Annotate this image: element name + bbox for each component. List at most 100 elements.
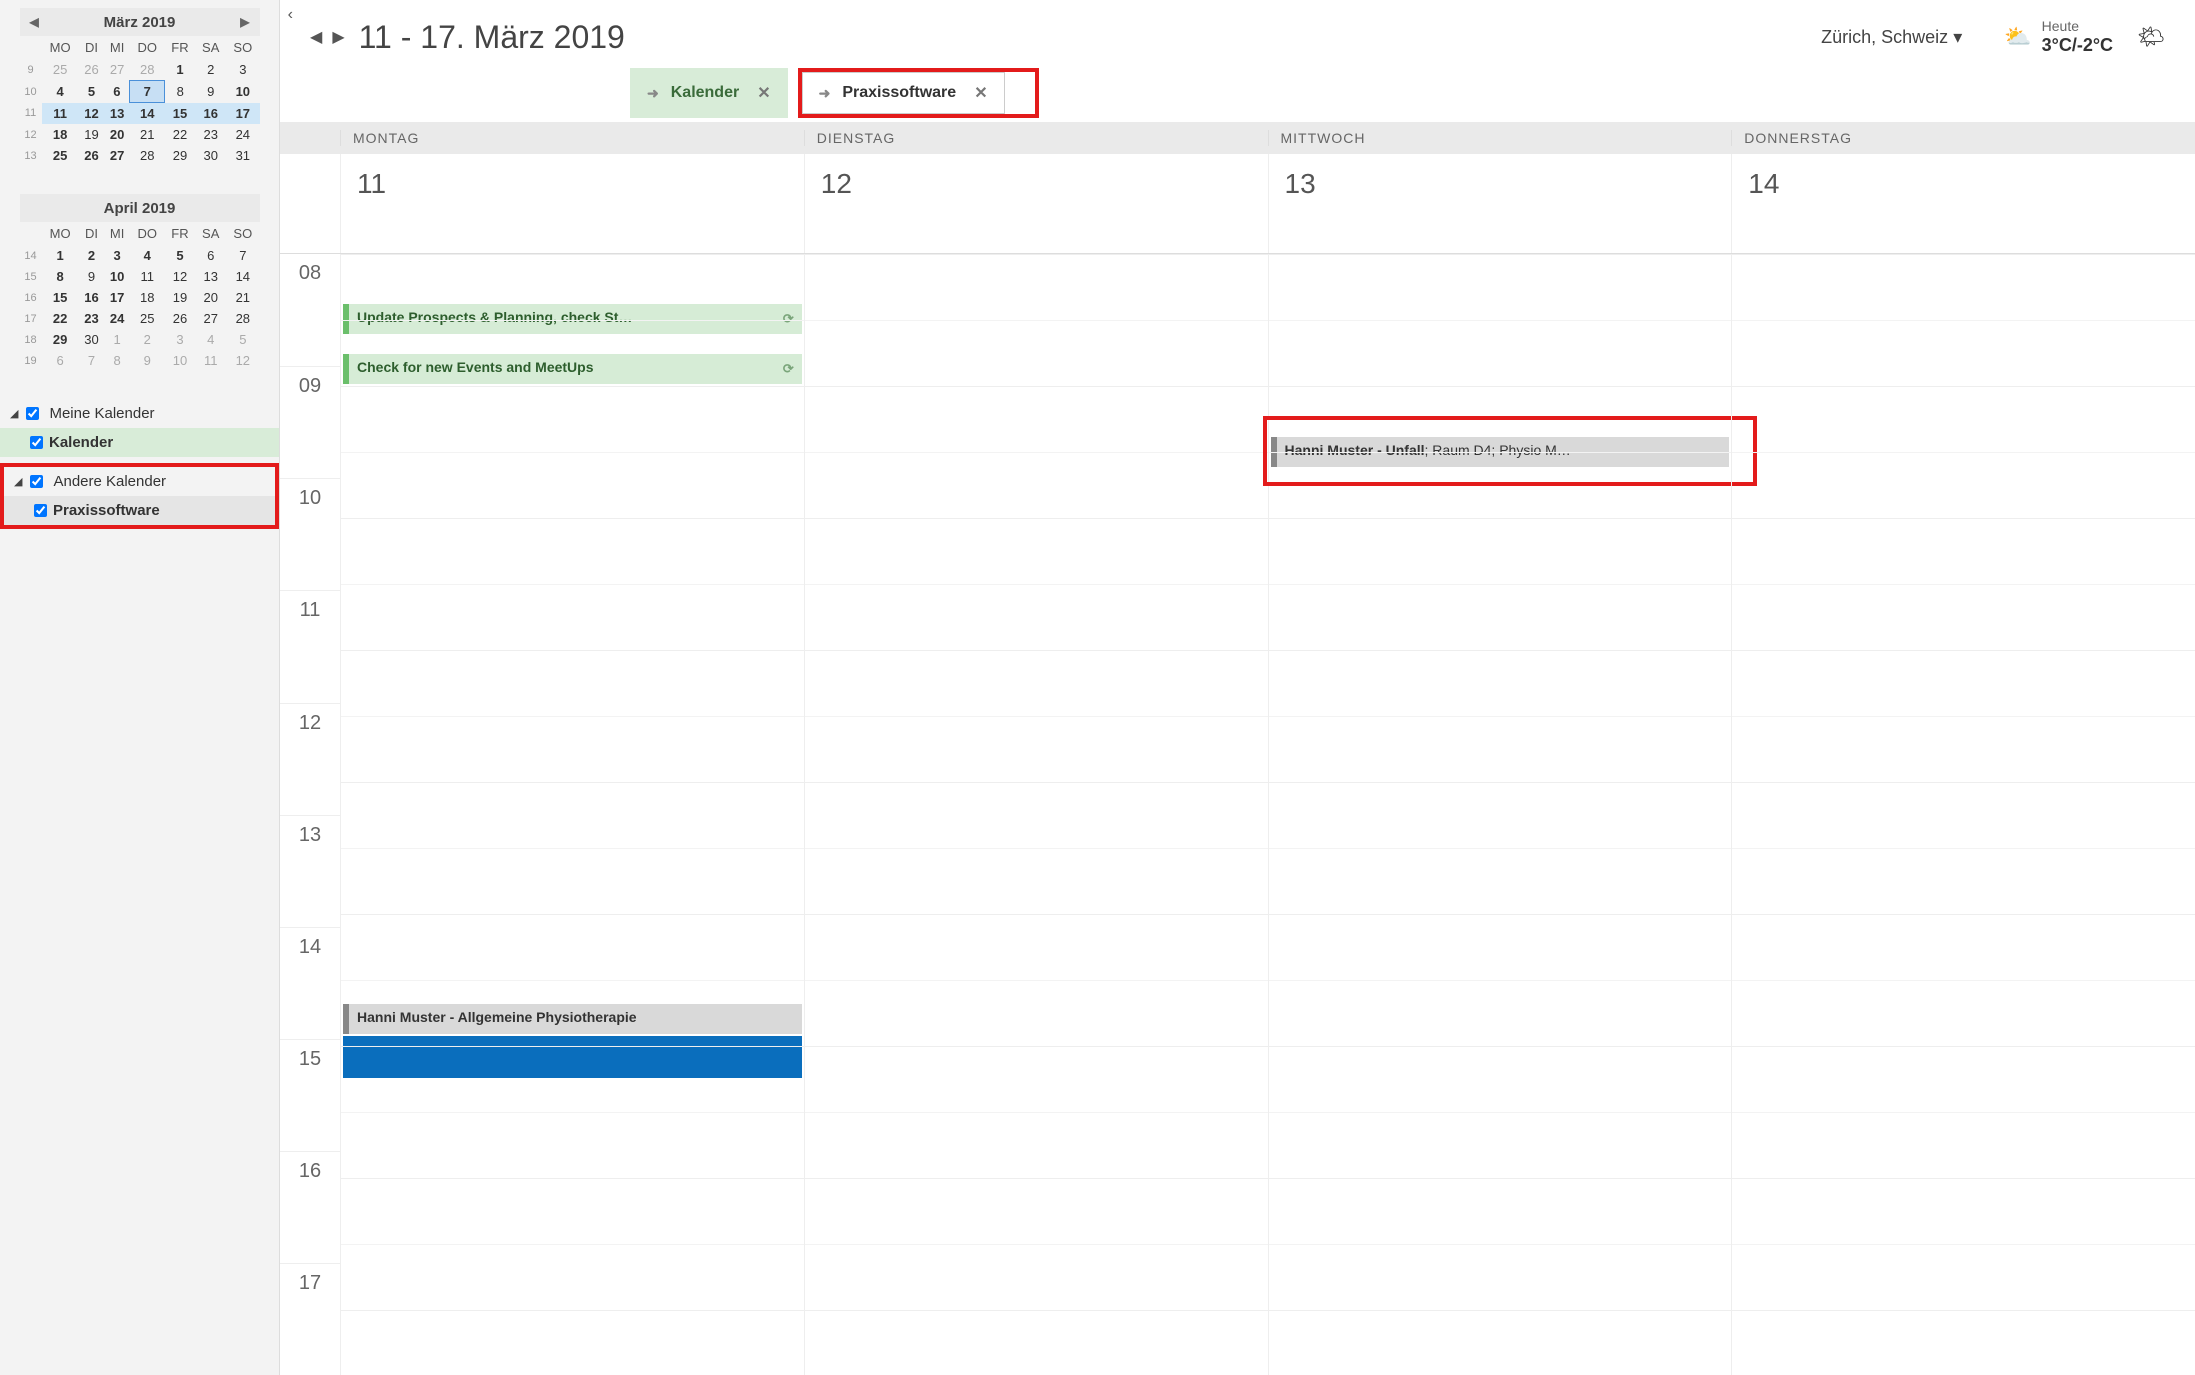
day-header-tue[interactable]: DIENSTAG xyxy=(804,130,1268,146)
mini-cal-day[interactable]: 10 xyxy=(165,350,196,371)
mini-cal-day[interactable]: 22 xyxy=(42,308,79,329)
day-number[interactable]: 11 xyxy=(340,154,804,253)
mini-cal-day[interactable]: 20 xyxy=(195,287,226,308)
mini-cal-day[interactable]: 9 xyxy=(130,350,165,371)
mini-cal-day[interactable]: 12 xyxy=(165,266,196,287)
group-other-calendars[interactable]: ◢ Andere Kalender xyxy=(4,467,275,496)
collapse-sidebar-icon[interactable]: ‹ xyxy=(288,6,293,24)
event-update-prospects[interactable]: Update Prospects & Planning, check St… ⟳ xyxy=(343,304,802,334)
mini-cal-day[interactable]: 11 xyxy=(42,103,79,125)
prev-month-icon[interactable]: ◀ xyxy=(24,11,45,33)
mini-cal-day[interactable]: 20 xyxy=(104,124,130,145)
mini-cal-day[interactable]: 6 xyxy=(42,350,79,371)
mini-cal-day[interactable]: 21 xyxy=(130,124,165,145)
day-col-wed[interactable]: Hanni Muster - Unfall; Raum D4; Physio M… xyxy=(1268,254,1732,1375)
day-header-thu[interactable]: DONNERSTAG xyxy=(1731,130,2195,146)
day-number[interactable]: 13 xyxy=(1268,154,1732,253)
mini-cal-day[interactable]: 2 xyxy=(195,59,226,81)
mini-cal-day[interactable]: 31 xyxy=(226,145,259,166)
mini-cal-day[interactable]: 5 xyxy=(79,81,105,103)
mini-cal-day[interactable]: 26 xyxy=(165,308,196,329)
close-tab-icon[interactable]: ✕ xyxy=(974,83,987,103)
mini-cal-day[interactable]: 28 xyxy=(226,308,259,329)
mini-cal-day[interactable]: 25 xyxy=(42,145,79,166)
mini-cal-day[interactable]: 11 xyxy=(130,266,165,287)
mini-cal-day[interactable]: 3 xyxy=(165,329,196,350)
mini-cal-day[interactable]: 15 xyxy=(42,287,79,308)
mini-cal-day[interactable]: 9 xyxy=(195,81,226,103)
mini-cal-day[interactable]: 16 xyxy=(195,103,226,125)
close-tab-icon[interactable]: ✕ xyxy=(757,83,770,103)
mini-cal-day[interactable]: 27 xyxy=(104,59,130,81)
mini-cal-day[interactable]: 4 xyxy=(195,329,226,350)
checkbox-my-calendars[interactable] xyxy=(26,407,39,420)
mini-cal-day[interactable]: 18 xyxy=(130,287,165,308)
mini-cal-day[interactable]: 28 xyxy=(130,145,165,166)
mini-cal-day[interactable]: 23 xyxy=(195,124,226,145)
day-col-tue[interactable] xyxy=(804,254,1268,1375)
mini-cal-day[interactable]: 14 xyxy=(130,103,165,125)
mini-cal-day[interactable]: 12 xyxy=(79,103,105,125)
mini-cal-day[interactable]: 5 xyxy=(226,329,259,350)
mini-cal-day[interactable]: 26 xyxy=(79,59,105,81)
mini-cal-day[interactable]: 4 xyxy=(130,245,165,266)
mini-cal-day[interactable]: 22 xyxy=(165,124,196,145)
mini-cal-day[interactable]: 29 xyxy=(42,329,79,350)
mini-cal-day[interactable]: 7 xyxy=(79,350,105,371)
mini-cal-day[interactable]: 10 xyxy=(226,81,259,103)
checkbox-kalender[interactable] xyxy=(30,436,43,449)
mini-cal-day[interactable]: 14 xyxy=(226,266,259,287)
mini-cal-day[interactable]: 8 xyxy=(42,266,79,287)
day-number[interactable]: 14 xyxy=(1731,154,2195,253)
mini-cal-day[interactable]: 15 xyxy=(165,103,196,125)
mini-cal-day[interactable]: 21 xyxy=(226,287,259,308)
checkbox-other-calendars[interactable] xyxy=(30,475,43,488)
mini-cal-day[interactable]: 1 xyxy=(42,245,79,266)
mini-cal-day[interactable]: 2 xyxy=(79,245,105,266)
calendar-item-praxissoftware[interactable]: Praxissoftware xyxy=(4,496,275,525)
mini-cal-day[interactable]: 12 xyxy=(226,350,259,371)
mini-cal-day[interactable]: 1 xyxy=(165,59,196,81)
event-blue-block[interactable] xyxy=(343,1036,802,1078)
event-check-events[interactable]: Check for new Events and MeetUps ⟳ xyxy=(343,354,802,384)
mini-cal-day[interactable]: 19 xyxy=(165,287,196,308)
event-hanni-physio[interactable]: Hanni Muster - Allgemeine Physiotherapie xyxy=(343,1004,802,1034)
mini-cal-day[interactable]: 5 xyxy=(165,245,196,266)
mini-cal-day[interactable]: 3 xyxy=(104,245,130,266)
mini-cal-day[interactable]: 3 xyxy=(226,59,259,81)
prev-week-icon[interactable]: ◀ xyxy=(310,27,322,47)
location-dropdown[interactable]: Zürich, Schweiz ▾ xyxy=(1821,27,1962,48)
day-col-mon[interactable]: Update Prospects & Planning, check St… ⟳… xyxy=(340,254,804,1375)
mini-cal-day[interactable]: 7 xyxy=(130,81,165,103)
mini-cal-day[interactable]: 23 xyxy=(79,308,105,329)
mini-cal-day[interactable]: 26 xyxy=(79,145,105,166)
mini-cal-day[interactable]: 16 xyxy=(79,287,105,308)
mini-cal-day[interactable]: 27 xyxy=(104,145,130,166)
mini-cal-day[interactable]: 25 xyxy=(42,59,79,81)
day-header-wed[interactable]: MITTWOCH xyxy=(1268,130,1732,146)
day-header-mon[interactable]: MONTAG xyxy=(340,130,804,146)
mini-cal-day[interactable]: 27 xyxy=(195,308,226,329)
next-month-icon[interactable]: ▶ xyxy=(234,11,255,33)
mini-cal-day[interactable]: 17 xyxy=(104,287,130,308)
mini-cal-day[interactable]: 19 xyxy=(79,124,105,145)
mini-cal-day[interactable]: 29 xyxy=(165,145,196,166)
mini-cal-day[interactable]: 4 xyxy=(42,81,79,103)
day-number[interactable]: 12 xyxy=(804,154,1268,253)
mini-cal-day[interactable]: 25 xyxy=(130,308,165,329)
mini-cal-day[interactable]: 30 xyxy=(79,329,105,350)
calendar-item-kalender[interactable]: Kalender xyxy=(0,428,279,457)
checkbox-praxissoftware[interactable] xyxy=(34,504,47,517)
mini-cal-day[interactable]: 28 xyxy=(130,59,165,81)
mini-cal-day[interactable]: 30 xyxy=(195,145,226,166)
mini-cal-day[interactable]: 24 xyxy=(104,308,130,329)
mini-cal-day[interactable]: 8 xyxy=(104,350,130,371)
weather-widget[interactable]: ⛅ Heute 3°C/-2°C 🌤 xyxy=(2004,18,2165,56)
tab-kalender[interactable]: ➜ Kalender ✕ xyxy=(630,68,788,118)
mini-cal-day[interactable]: 8 xyxy=(165,81,196,103)
mini-cal-day[interactable]: 6 xyxy=(195,245,226,266)
mini-cal-day[interactable]: 13 xyxy=(104,103,130,125)
mini-cal-day[interactable]: 9 xyxy=(79,266,105,287)
mini-cal-day[interactable]: 24 xyxy=(226,124,259,145)
day-col-thu[interactable] xyxy=(1731,254,2195,1375)
